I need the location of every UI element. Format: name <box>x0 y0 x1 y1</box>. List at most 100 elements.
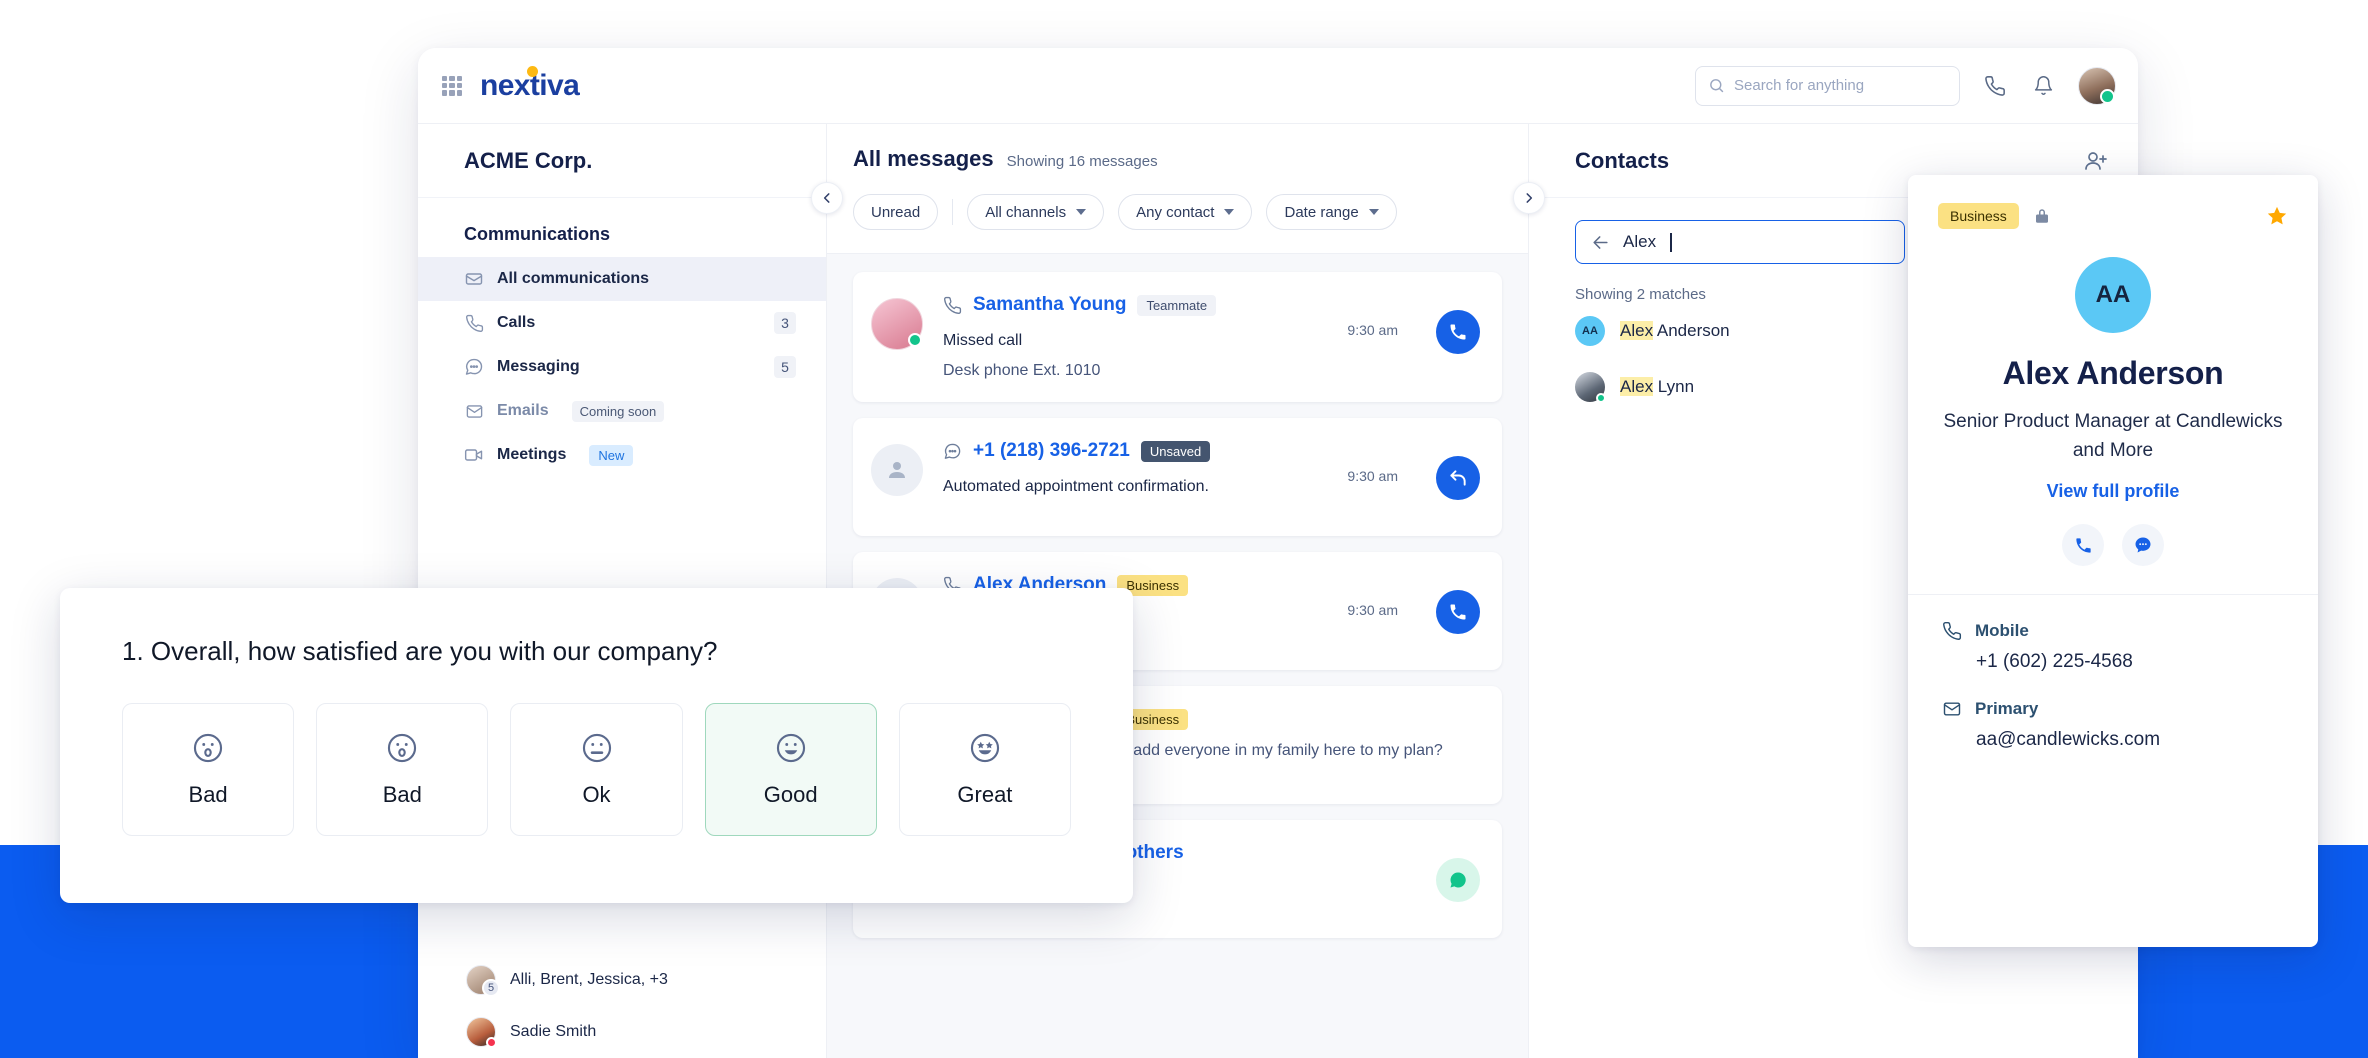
contact-search-input[interactable]: Alex <box>1575 220 1905 264</box>
view-full-profile-link[interactable]: View full profile <box>1938 481 2288 502</box>
field-value[interactable]: aa@candlewicks.com <box>1942 729 2288 751</box>
chat-list: 5 Alli, Brent, Jessica, +3 Sadie Smith <box>418 954 826 1058</box>
app-window: nextiva Search for anything <box>418 48 2138 1058</box>
timestamp: 9:30 am <box>1347 602 1398 618</box>
status-badge: Business <box>1938 203 2019 229</box>
list-item-label: Sadie Smith <box>510 1023 596 1041</box>
field-value[interactable]: +1 (602) 225-4568 <box>1942 651 2288 673</box>
apps-grid-icon[interactable] <box>442 76 462 96</box>
search-placeholder: Search for anything <box>1734 77 1864 94</box>
sidebar-item-calls[interactable]: Calls 3 <box>418 301 826 345</box>
status-dot-online <box>908 333 922 347</box>
contact-card-header: Business <box>1938 203 2288 229</box>
sidebar-item-all-communications[interactable]: All communications <box>418 257 826 301</box>
filter-date-range[interactable]: Date range <box>1266 194 1396 230</box>
search-input[interactable]: Search for anything <box>1695 66 1960 106</box>
message-preview: Automated appointment confirmation. <box>943 478 1480 496</box>
face-neutral-icon <box>580 731 614 765</box>
add-person-icon[interactable] <box>2084 149 2108 173</box>
contact-detail-card: Business AA Alex Anderson Senior Product… <box>1908 175 2318 947</box>
face-surprised-icon <box>191 731 225 765</box>
face-star-eyes-icon <box>968 731 1002 765</box>
divider <box>1908 594 2318 595</box>
contact-name: Alex Anderson <box>1938 355 2288 392</box>
contact-card-actions <box>1938 524 2288 566</box>
survey-option-label: Great <box>957 782 1012 808</box>
sidebar-item-emails[interactable]: Emails Coming soon <box>418 389 826 433</box>
filter-all-channels[interactable]: All channels <box>967 194 1104 230</box>
contact-name-rest: Anderson <box>1653 321 1730 340</box>
message-action-button[interactable] <box>1436 858 1480 902</box>
avatar <box>466 1017 496 1047</box>
status-dot-busy <box>486 1037 497 1048</box>
call-button[interactable] <box>1436 310 1480 354</box>
filter-label: Date range <box>1284 204 1358 221</box>
account-name: ACME Corp. <box>418 124 826 198</box>
section-title: Communications <box>418 198 826 257</box>
video-camera-icon <box>464 445 484 465</box>
lock-icon <box>2033 206 2051 226</box>
expand-right-panel-button[interactable] <box>1513 182 1545 214</box>
chat-bubble-icon <box>943 442 962 461</box>
reply-button[interactable] <box>1436 456 1480 500</box>
top-bar-right: Search for anything <box>1695 66 2138 106</box>
sidebar-item-meetings[interactable]: Meetings New <box>418 433 826 477</box>
filter-bar: Unread All channels Any contact Date ran… <box>853 194 1502 230</box>
search-highlight: Alex <box>1620 321 1653 340</box>
phone-icon[interactable] <box>1982 73 2008 99</box>
envelope-icon <box>1942 699 1962 719</box>
filter-unread[interactable]: Unread <box>853 194 938 230</box>
avatar <box>871 444 923 496</box>
arrow-left-icon[interactable] <box>1591 233 1610 252</box>
sidebar-item-count: 3 <box>774 312 796 334</box>
contact-field-primary-email: Primary aa@candlewicks.com <box>1938 699 2288 751</box>
survey-option-bad-2[interactable]: Bad <box>316 703 488 836</box>
chat-count-badge: 5 <box>482 979 500 997</box>
timestamp: 9:30 am <box>1347 322 1398 338</box>
survey-option-good[interactable]: Good <box>705 703 877 836</box>
list-item[interactable]: 5 Alli, Brent, Jessica, +3 <box>418 954 826 1006</box>
call-button[interactable] <box>2062 524 2104 566</box>
sidebar-item-messaging[interactable]: Messaging 5 <box>418 345 826 389</box>
face-surprised-icon <box>385 731 419 765</box>
filter-any-contact[interactable]: Any contact <box>1118 194 1252 230</box>
contact-search-value: Alex <box>1623 232 1656 252</box>
avatar: AA <box>2075 257 2151 333</box>
contact-name: Alex Anderson <box>1620 321 1730 341</box>
sidebar-item-label: All communications <box>497 270 649 288</box>
contact-field-mobile: Mobile +1 (602) 225-4568 <box>1938 621 2288 673</box>
avatar: 5 <box>466 965 496 995</box>
sidebar-item-badge: Coming soon <box>572 401 665 422</box>
logo-dot-icon <box>527 66 538 77</box>
survey-option-great[interactable]: Great <box>899 703 1071 836</box>
avatar[interactable] <box>2078 67 2116 105</box>
message-count: Showing 16 messages <box>1007 153 1158 170</box>
survey-option-ok[interactable]: Ok <box>510 703 682 836</box>
survey-option-bad-1[interactable]: Bad <box>122 703 294 836</box>
message-button[interactable] <box>2122 524 2164 566</box>
middle-header: All messages Showing 16 messages Unread … <box>827 124 1528 254</box>
message-sender[interactable]: Samantha Young <box>973 294 1126 316</box>
timestamp: 9:30 am <box>1347 468 1398 484</box>
star-icon[interactable] <box>2266 205 2288 227</box>
list-item[interactable]: Sadie Smith <box>418 1006 826 1058</box>
contact-name: Alex Lynn <box>1620 377 1694 397</box>
message-row[interactable]: +1 (218) 396-2721 Unsaved Automated appo… <box>853 418 1502 536</box>
status-badge: Teammate <box>1137 295 1216 316</box>
collapse-left-panel-button[interactable] <box>811 182 843 214</box>
survey-option-label: Good <box>764 782 818 808</box>
chevron-down-icon <box>1369 209 1379 215</box>
field-label: Primary <box>1975 699 2038 719</box>
chevron-down-icon <box>1224 209 1234 215</box>
phone-icon <box>464 313 484 333</box>
divider <box>952 199 953 225</box>
envelope-icon <box>464 401 484 421</box>
status-dot-online <box>1596 393 1606 403</box>
call-button[interactable] <box>1436 590 1480 634</box>
message-row[interactable]: Samantha Young Teammate Missed call Desk… <box>853 272 1502 402</box>
message-preview: Missed call <box>943 332 1480 350</box>
brand-logo[interactable]: nextiva <box>480 69 579 103</box>
survey-option-label: Ok <box>582 782 610 808</box>
bell-icon[interactable] <box>2030 73 2056 99</box>
message-sender[interactable]: +1 (218) 396-2721 <box>973 440 1130 462</box>
